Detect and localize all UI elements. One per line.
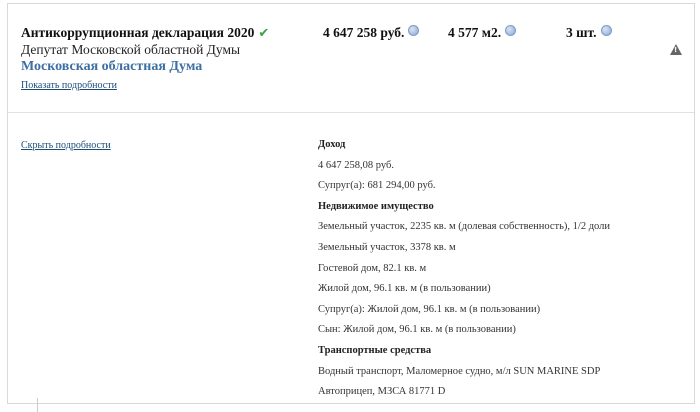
declaration-card: Антикоррупционная декларация 2020 ✔ Депут… (7, 3, 695, 404)
area-stat: 4 577 м2. (448, 25, 517, 41)
declaration-title-text: Антикоррупционная декларация 2020 (21, 25, 255, 40)
organization-link[interactable]: Московская областная Дума (21, 59, 202, 75)
income-item: 4 647 258,08 руб. (318, 159, 394, 171)
area-total: 4 577 м2. (448, 25, 502, 40)
info-icon[interactable] (505, 25, 517, 36)
transport-heading: Транспортные средства (318, 344, 432, 356)
realestate-item: Земельный участок, 2235 кв. м (долевая с… (318, 221, 611, 233)
warning-icon[interactable]: ! (670, 44, 682, 55)
info-icon[interactable] (600, 25, 612, 36)
vehicles-stat: 3 шт. (566, 25, 612, 41)
show-details-link[interactable]: Показать подробности (21, 80, 117, 91)
realestate-item: Супруг(а): Жилой дом, 96.1 кв. м (в поль… (318, 303, 541, 315)
income-item: Супруг(а): 681 294,00 руб. (318, 180, 436, 192)
income-heading: Доход (318, 139, 346, 150)
info-icon[interactable] (408, 25, 420, 36)
hide-details-link[interactable]: Скрыть подробности (21, 140, 111, 151)
realestate-heading: Недвижимое имущество (318, 200, 434, 212)
income-total: 4 647 258 руб. (323, 25, 405, 40)
check-icon: ✔ (258, 26, 270, 41)
realestate-item: Жилой дом, 96.1 кв. м (в пользовании) (318, 283, 491, 295)
realestate-item: Сын: Жилой дом, 96.1 кв. м (в пользовани… (318, 324, 516, 336)
transport-item: Автоприцеп, МЗСА 81771 D (318, 386, 446, 398)
transport-item: Водный транспорт, Маломерное судно, м/л … (318, 365, 601, 377)
details-panel: Доход 4 647 258,08 руб. Супруг(а): 681 2… (318, 135, 610, 403)
next-card-edge (37, 398, 38, 412)
divider (8, 112, 694, 113)
income-stat: 4 647 258 руб. (323, 25, 420, 41)
realestate-item: Земельный участок, 3378 кв. м (318, 241, 456, 253)
vehicles-total: 3 шт. (566, 25, 597, 40)
official-position: Депутат Московской областной Думы (21, 42, 241, 57)
declaration-title: Антикоррупционная декларация 2020 ✔ (21, 25, 269, 41)
realestate-item: Гостевой дом, 82.1 кв. м (318, 262, 427, 274)
